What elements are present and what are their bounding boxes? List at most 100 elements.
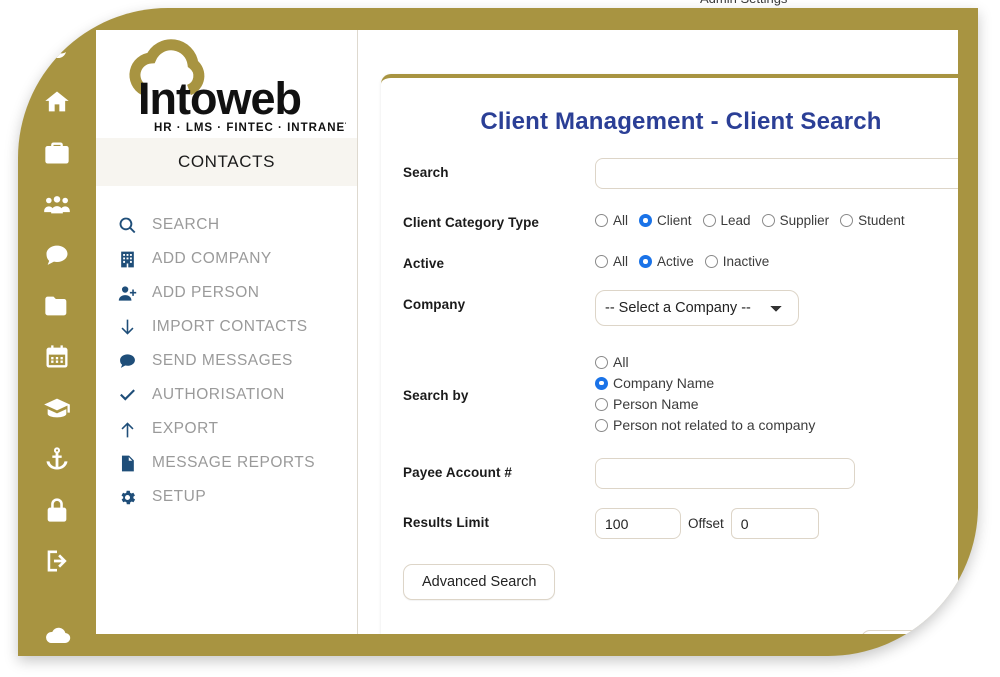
radio-searchby-all[interactable]: All [595, 354, 958, 370]
chat-bubble-icon [118, 352, 148, 371]
payee-account-input[interactable] [595, 458, 855, 489]
active-row: Active All Active Inactive [381, 249, 958, 271]
calendar-icon[interactable] [40, 340, 74, 374]
form-actions: Advanced Search [381, 558, 958, 600]
radio-label: Lead [720, 213, 751, 228]
advanced-search-button[interactable]: Advanced Search [403, 564, 556, 600]
radio-label: Inactive [722, 254, 770, 269]
radio-circle [702, 214, 716, 227]
check-icon [118, 386, 148, 405]
radio-active-all[interactable]: All [595, 254, 628, 269]
briefcase-icon[interactable] [40, 136, 74, 170]
active-radios: All Active Inactive [595, 249, 958, 269]
radio-label: Student [858, 213, 905, 228]
limit-offset-group: Offset [595, 508, 958, 539]
svg-text:Intoweb: Intoweb [138, 73, 301, 124]
arrow-down-icon [118, 318, 148, 337]
sidebar-item-label: IMPORT CONTACTS [152, 318, 308, 335]
sidebar-item-export[interactable]: EXPORT [118, 412, 357, 446]
radio-label: Supplier [779, 213, 830, 228]
results-limit-row: Results Limit Offset [381, 508, 958, 539]
logout-icon[interactable] [40, 544, 74, 578]
radio-circle [840, 214, 854, 227]
sidebar-item-label: ADD COMPANY [152, 250, 272, 267]
search-by-row: Search by All Company Name Person Name P… [381, 352, 958, 438]
sidebar-item-label: ADD PERSON [152, 284, 260, 301]
radio-circle [595, 397, 608, 411]
radio-label: Active [657, 254, 694, 269]
radio-searchby-person-name[interactable]: Person Name [595, 396, 958, 412]
sidebar-item-add-person[interactable]: ADD PERSON [118, 276, 357, 310]
sidebar-item-search[interactable]: SEARCH [118, 208, 357, 242]
offset-label: Offset [688, 516, 724, 531]
client-category-type-label: Client Category Type [403, 215, 540, 230]
sidebar-item-label: SETUP [152, 488, 207, 505]
radio-circle [704, 255, 718, 268]
contacts-menu: SEARCH ADD COMPANY ADD PERSON IMPORT CON… [96, 186, 357, 514]
client-category-type-row: Client Category Type All Client Lead Sup… [381, 208, 958, 230]
building-icon [118, 250, 148, 269]
contacts-panel: Intoweb HR · LMS · FINTEC · INTRANET CON… [96, 30, 358, 634]
document-icon [118, 454, 148, 473]
sidebar-item-label: MESSAGE REPORTS [152, 454, 316, 471]
page-title: Client Management - Client Search [480, 108, 882, 135]
radio-circle [761, 214, 775, 227]
radio-category-student[interactable]: Student [840, 213, 905, 228]
results-limit-input[interactable] [595, 508, 681, 539]
sidebar-item-setup[interactable]: SETUP [118, 480, 357, 514]
radio-category-client[interactable]: Client [639, 213, 692, 228]
brand-logo: Intoweb HR · LMS · FINTEC · INTRANET [96, 30, 357, 138]
radio-label: Person not related to a company [613, 417, 816, 433]
radio-circle [595, 355, 608, 369]
radio-category-lead[interactable]: Lead [702, 213, 751, 228]
radio-active-active[interactable]: Active [639, 254, 694, 269]
lock-icon[interactable] [40, 493, 74, 527]
radio-category-supplier[interactable]: Supplier [761, 213, 830, 228]
logo-mark-icon[interactable] [40, 34, 74, 68]
radio-label: Person Name [613, 396, 699, 412]
sidebar-item-add-company[interactable]: ADD COMPANY [118, 242, 357, 276]
payee-account-label: Payee Account # [403, 465, 513, 480]
sidebar-item-label: EXPORT [152, 420, 219, 437]
app-canvas: Intoweb HR · LMS · FINTEC · INTRANET CON… [96, 30, 958, 634]
client-category-type-radios: All Client Lead Supplier Student [595, 208, 958, 228]
contacts-header: CONTACTS [96, 138, 357, 186]
sidebar-item-authorisation[interactable]: AUTHORISATION [118, 378, 357, 412]
folder-icon[interactable] [40, 289, 74, 323]
offset-input[interactable] [730, 508, 819, 539]
top-clipped-label: Admin Settings [700, 0, 787, 6]
company-row: Company -- Select a Company -- [381, 290, 958, 326]
search-by-label: Search by [403, 387, 469, 403]
company-select[interactable]: -- Select a Company -- [595, 290, 799, 326]
sidebar-item-label: SEND MESSAGES [152, 352, 293, 369]
radio-searchby-person-not-related[interactable]: Person not related to a company [595, 417, 958, 433]
results-limit-label: Results Limit [403, 515, 490, 530]
radio-category-all[interactable]: All [595, 213, 628, 228]
radio-searchby-company-name[interactable]: Company Name [595, 375, 958, 391]
anchor-icon[interactable] [40, 442, 74, 476]
sidebar-item-send-messages[interactable]: SEND MESSAGES [118, 344, 357, 378]
chat-icon[interactable] [40, 238, 74, 272]
graduation-cap-icon[interactable] [40, 391, 74, 425]
home-icon[interactable] [40, 85, 74, 119]
arrow-up-icon [118, 420, 148, 439]
cloud-icon[interactable] [18, 626, 96, 644]
users-icon[interactable] [40, 187, 74, 221]
gear-icon [118, 488, 148, 507]
active-label: Active [403, 256, 445, 271]
person-add-icon [118, 284, 148, 303]
client-search-card: Client Management - Client Search Search… [381, 74, 958, 634]
radio-circle [595, 255, 608, 268]
radio-circle-selected [639, 214, 653, 227]
search-icon [118, 216, 148, 235]
search-by-radios: All Company Name Person Name Person not … [595, 352, 958, 433]
radio-active-inactive[interactable]: Inactive [704, 254, 770, 269]
search-button[interactable]: Search [861, 630, 957, 634]
sidebar-item-import-contacts[interactable]: IMPORT CONTACTS [118, 310, 357, 344]
sidebar-item-label: SEARCH [152, 216, 220, 233]
sidebar-item-message-reports[interactable]: MESSAGE REPORTS [118, 446, 357, 480]
payee-account-row: Payee Account # [381, 458, 958, 489]
gold-rounded-frame: Intoweb HR · LMS · FINTEC · INTRANET CON… [18, 8, 978, 656]
search-input[interactable] [595, 158, 958, 189]
radio-circle-selected [639, 255, 653, 268]
